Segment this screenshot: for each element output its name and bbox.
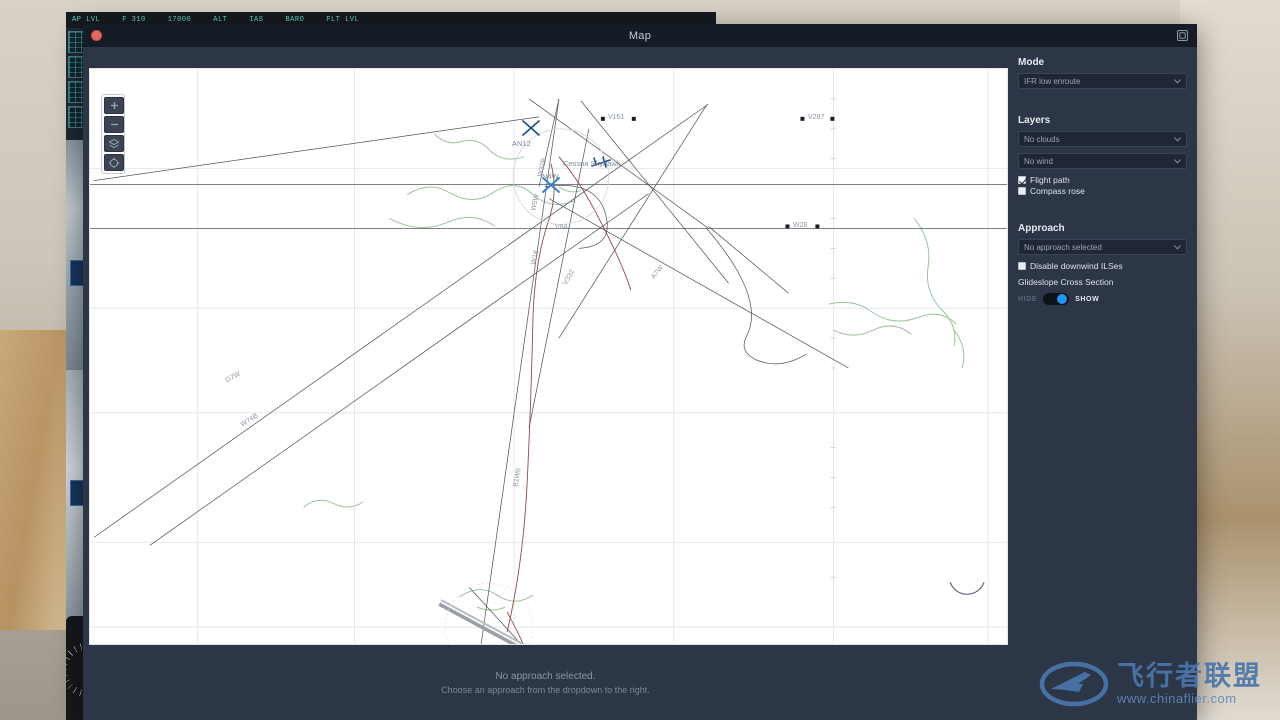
- maximize-button[interactable]: [1176, 29, 1189, 42]
- clouds-select[interactable]: No clouds: [1018, 131, 1187, 147]
- mode-select[interactable]: IFR low enroute: [1018, 73, 1187, 89]
- aircraft-icon: [522, 120, 540, 136]
- aircraft-icon: [542, 177, 560, 193]
- target-icon: [108, 157, 120, 168]
- layers-section-title: Layers: [1018, 115, 1051, 126]
- disable-downwind-ilses-label: Disable downwind ILSes: [1030, 261, 1123, 271]
- sim-status-item: 17000: [167, 16, 192, 24]
- aircraft-marker-n4w[interactable]: [540, 174, 562, 201]
- footer-status: No approach selected. Choose an approach…: [83, 645, 1008, 720]
- flight-path-checkbox[interactable]: [1018, 176, 1026, 184]
- chevron-down-icon: [1173, 245, 1182, 250]
- window-title: Map: [628, 29, 652, 42]
- disable-downwind-ilses-checkbox[interactable]: [1018, 262, 1026, 270]
- approach-section-title: Approach: [1018, 223, 1065, 234]
- compass-rose-checkbox-row[interactable]: Compass rose: [1018, 186, 1187, 196]
- approach-select[interactable]: No approach selected: [1018, 239, 1187, 255]
- toggle-show-label: SHOW: [1075, 295, 1100, 303]
- wind-select[interactable]: No wind: [1018, 153, 1187, 169]
- zoom-in-icon: [110, 102, 118, 109]
- flight-path-label: Flight path: [1030, 175, 1070, 185]
- chevron-down-icon: [1173, 79, 1182, 84]
- glideslope-cross-section-label: Glideslope Cross Section: [1018, 277, 1114, 287]
- sidebar: Mode IFR low enroute Layers No clouds No…: [1008, 47, 1197, 720]
- glideslope-toggle[interactable]: [1043, 293, 1070, 305]
- zoom-out-button[interactable]: [104, 116, 124, 133]
- clouds-select-value: No clouds: [1024, 134, 1060, 144]
- toggle-knob: [1057, 294, 1068, 304]
- map-fix-markers: [600, 116, 835, 229]
- footer-sub-text: Choose an approach from the dropdown to …: [441, 684, 650, 695]
- sim-status-item: BARO: [285, 16, 305, 24]
- map-window: Map AN12 Cessna Skyhawk N4W V161 V287 W2…: [83, 24, 1197, 720]
- footer-main-text: No approach selected.: [495, 670, 596, 682]
- wind-select-value: No wind: [1024, 156, 1053, 166]
- layers-button[interactable]: [104, 135, 124, 152]
- sim-status-item: ALT: [213, 16, 228, 24]
- chevron-down-icon: [1173, 137, 1182, 142]
- mode-section-title: Mode: [1018, 57, 1045, 68]
- aircraft-marker-an12[interactable]: [520, 117, 542, 144]
- compass-rose-checkbox[interactable]: [1018, 187, 1026, 195]
- layers-icon: [108, 138, 120, 149]
- sim-status-item: F 310: [122, 16, 146, 24]
- approach-select-value: No approach selected: [1024, 242, 1102, 252]
- compass-arc: [949, 582, 985, 595]
- disable-downwind-ilses-row[interactable]: Disable downwind ILSes: [1018, 261, 1187, 271]
- chevron-down-icon: [1173, 159, 1182, 164]
- center-on-aircraft-button[interactable]: [104, 154, 124, 171]
- sim-status-item: FLT LVL: [326, 16, 360, 24]
- map-grid: [90, 69, 1007, 644]
- map-toolbar[interactable]: [101, 94, 125, 174]
- aircraft-icon: [591, 156, 611, 168]
- zoom-in-button[interactable]: [104, 97, 124, 114]
- glideslope-toggle-row[interactable]: HIDE SHOW: [1018, 293, 1187, 305]
- sim-status-item: IAS: [249, 16, 264, 24]
- toggle-hide-label: HIDE: [1018, 295, 1038, 303]
- aircraft-marker-cessna[interactable]: [590, 155, 612, 176]
- sim-status-item: AP LVL: [72, 16, 101, 24]
- compass-rose-label: Compass rose: [1030, 186, 1085, 196]
- map-viewport[interactable]: AN12 Cessna Skyhawk N4W HD5 V161 V287 W2…: [89, 68, 1008, 645]
- map-canvas[interactable]: [90, 69, 1007, 644]
- zoom-out-icon: [110, 123, 118, 126]
- window-titlebar[interactable]: Map: [83, 24, 1197, 47]
- map-terrain: [303, 133, 965, 611]
- mode-select-value: IFR low enroute: [1024, 76, 1081, 86]
- flight-path-checkbox-row[interactable]: Flight path: [1018, 175, 1187, 185]
- window-body: AN12 Cessna Skyhawk N4W HD5 V161 V287 W2…: [83, 47, 1197, 720]
